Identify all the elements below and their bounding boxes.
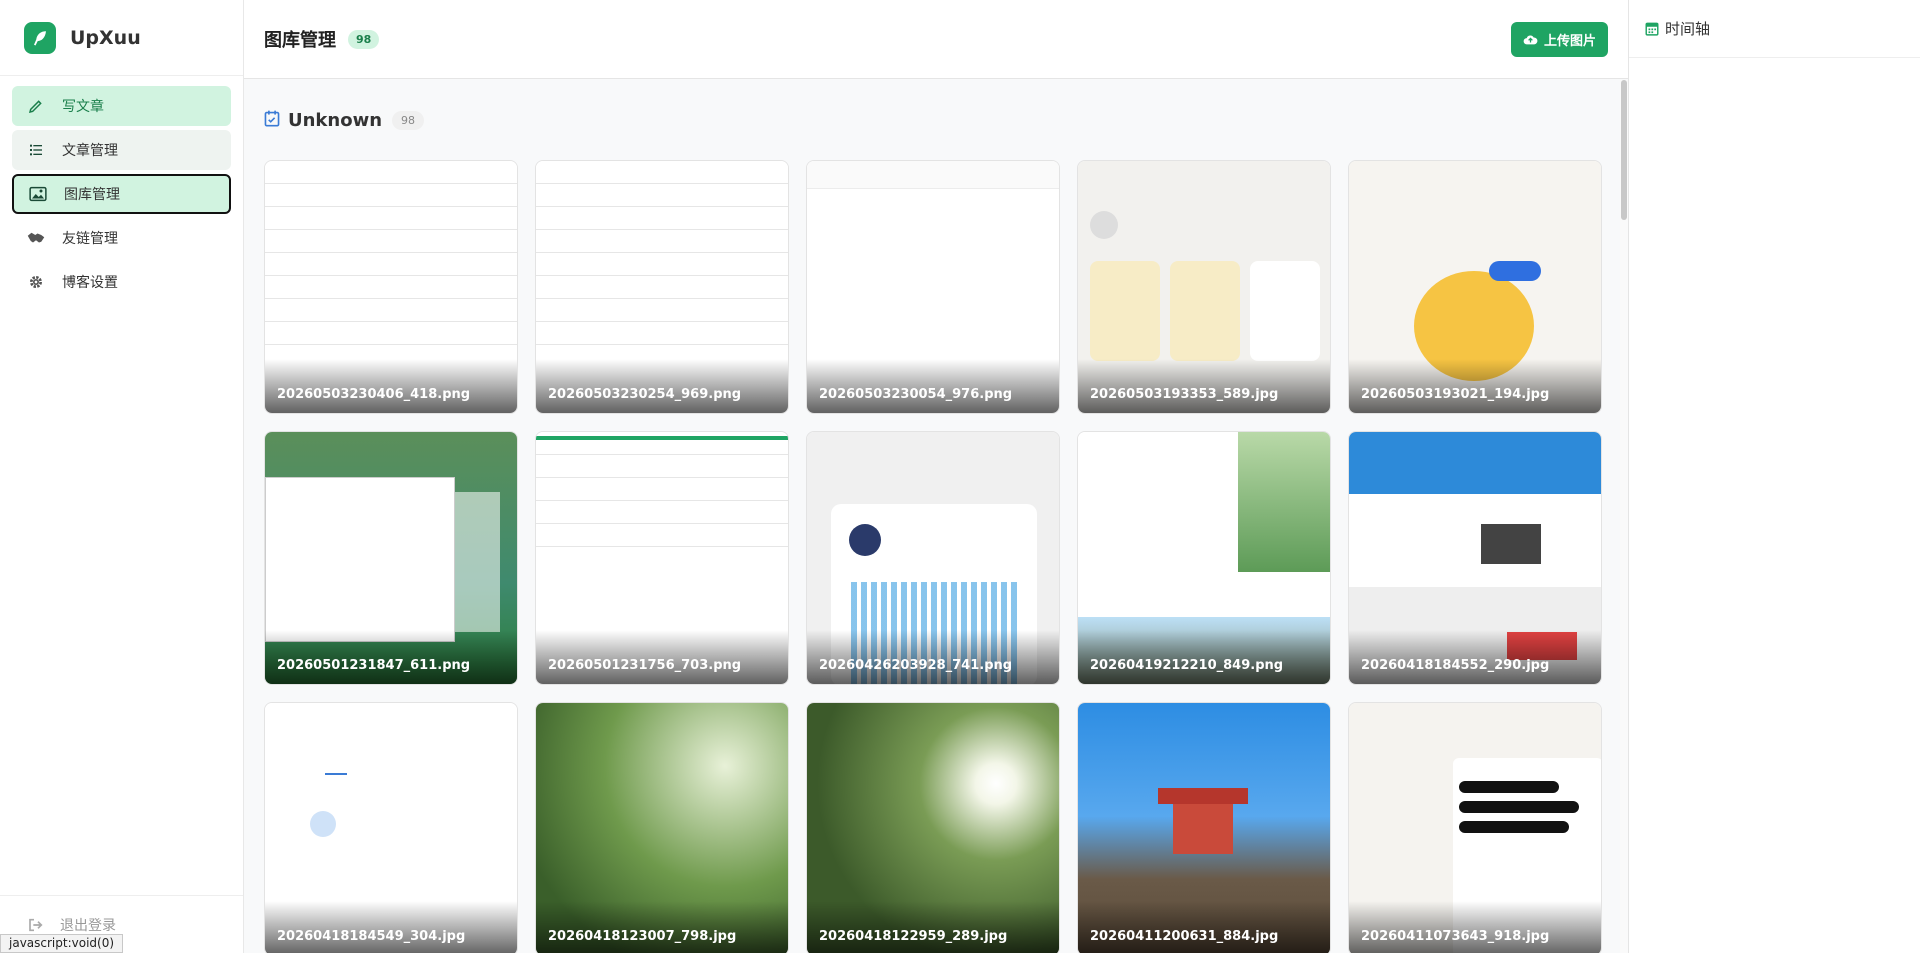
brand[interactable]: UpXuu	[0, 0, 243, 76]
sidebar-item-gallery[interactable]: 图库管理	[12, 174, 231, 214]
image-caption: 20260426203928_741.png	[807, 630, 1059, 684]
image-filename: 20260503230254_969.png	[548, 387, 742, 402]
sidebar-item-write[interactable]: 写文章	[12, 86, 231, 126]
image-caption: 20260418123007_798.jpg	[536, 901, 788, 953]
image-card[interactable]: 20260418123007_798.jpg	[535, 702, 789, 953]
timeline-header: 时间轴	[1629, 0, 1920, 58]
image-card[interactable]: 20260503230054_976.png	[806, 160, 1060, 414]
cloud-upload-icon	[1523, 34, 1538, 46]
calendar-icon	[1645, 21, 1659, 36]
image-card[interactable]: 20260418184549_304.jpg	[264, 702, 518, 953]
image-filename: 20260503230054_976.png	[819, 387, 1013, 402]
sidebar-item-settings[interactable]: 博客设置	[12, 262, 231, 302]
image-card[interactable]: 20260411073643_918.jpg	[1348, 702, 1602, 953]
group-title: Unknown	[288, 110, 383, 131]
image-filename: 20260503193021_194.jpg	[1361, 387, 1550, 402]
sidebar-item-label: 写文章	[62, 99, 104, 115]
image-filename: 20260411200631_884.jpg	[1090, 929, 1279, 944]
feather-logo-icon	[24, 21, 56, 54]
logout-icon	[28, 918, 44, 932]
image-card[interactable]: 20260418184552_290.jpg	[1348, 431, 1602, 685]
gallery-content[interactable]: Unknown 98 20260503230406_418.png 202605…	[244, 80, 1628, 953]
image-card[interactable]: 20260503230254_969.png	[535, 160, 789, 414]
image-card[interactable]: 20260418122959_289.jpg	[806, 702, 1060, 953]
image-card[interactable]: 20260503230406_418.png	[264, 160, 518, 414]
gear-icon	[26, 272, 46, 292]
image-caption: 20260503230406_418.png	[265, 359, 517, 413]
handshake-icon	[26, 228, 46, 248]
image-icon	[28, 184, 48, 204]
image-filename: 20260418184552_290.jpg	[1361, 658, 1550, 673]
timeline-title: 时间轴	[1665, 20, 1711, 38]
sidebar-item-posts[interactable]: 文章管理	[12, 130, 231, 170]
group-count-badge: 98	[392, 111, 425, 130]
image-filename: 20260419212210_849.png	[1090, 658, 1284, 673]
sidebar-item-links[interactable]: 友链管理	[12, 218, 231, 258]
image-card[interactable]: 20260501231847_611.png	[264, 431, 518, 685]
sidebar-item-label: 博客设置	[62, 275, 118, 291]
image-filename: 20260418122959_289.jpg	[819, 929, 1008, 944]
pen-icon	[26, 96, 46, 116]
logout-label: 退出登录	[60, 917, 116, 934]
image-caption: 20260411200631_884.jpg	[1078, 901, 1330, 953]
content-scrollbar[interactable]	[1620, 80, 1628, 953]
group-header: Unknown 98	[264, 110, 425, 131]
image-caption: 20260503230254_969.png	[536, 359, 788, 413]
sidebar-item-label: 友链管理	[62, 231, 118, 247]
sidebar-nav: 写文章 文章管理 图库管理 友链管理 博客设置	[0, 76, 243, 316]
image-caption: 20260418184549_304.jpg	[265, 901, 517, 953]
top-bar: 图库管理 98 上传图片	[244, 0, 1628, 79]
image-filename: 20260418123007_798.jpg	[548, 929, 737, 944]
image-caption: 20260503193021_194.jpg	[1349, 359, 1601, 413]
image-filename: 20260501231847_611.png	[277, 658, 471, 673]
brand-name: UpXuu	[70, 26, 141, 49]
image-filename: 20260503230406_418.png	[277, 387, 471, 402]
sidebar: UpXuu 写文章 文章管理 图库管理 友链管理 博客设置 退出登录	[0, 0, 244, 953]
image-caption: 20260418122959_289.jpg	[807, 901, 1059, 953]
image-caption: 20260419212210_849.png	[1078, 630, 1330, 684]
image-card[interactable]: 20260411200631_884.jpg	[1077, 702, 1331, 953]
image-filename: 20260418184549_304.jpg	[277, 929, 466, 944]
image-caption: 20260503230054_976.png	[807, 359, 1059, 413]
image-caption: 20260501231847_611.png	[265, 630, 517, 684]
timeline-panel: 时间轴	[1628, 0, 1920, 953]
list-icon	[26, 140, 46, 160]
image-filename: 20260501231756_703.png	[548, 658, 742, 673]
upload-image-button[interactable]: 上传图片	[1510, 22, 1608, 57]
total-count-badge: 98	[348, 29, 380, 49]
sidebar-item-label: 文章管理	[62, 143, 118, 159]
image-card[interactable]: 20260419212210_849.png	[1077, 431, 1331, 685]
image-filename: 20260411073643_918.jpg	[1361, 929, 1550, 944]
upload-label: 上传图片	[1543, 34, 1596, 49]
image-caption: 20260411073643_918.jpg	[1349, 901, 1601, 953]
sidebar-item-label: 图库管理	[64, 187, 120, 203]
image-card[interactable]: 20260501231756_703.png	[535, 431, 789, 685]
image-caption: 20260501231756_703.png	[536, 630, 788, 684]
calendar-check-icon	[264, 110, 280, 131]
image-caption: 20260418184552_290.jpg	[1349, 630, 1601, 684]
scrollbar-thumb[interactable]	[1621, 80, 1627, 220]
image-card[interactable]: 20260503193353_589.jpg	[1077, 160, 1331, 414]
browser-status-bar: javascript:void(0)	[0, 934, 124, 953]
image-grid: 20260503230406_418.png 20260503230254_96…	[264, 160, 1602, 953]
image-caption: 20260503193353_589.jpg	[1078, 359, 1330, 413]
main-area: 图库管理 98 上传图片 Unknown 98 20260503230406_4…	[244, 0, 1628, 953]
image-card[interactable]: 20260426203928_741.png	[806, 431, 1060, 685]
image-filename: 20260503193353_589.jpg	[1090, 387, 1279, 402]
image-filename: 20260426203928_741.png	[819, 658, 1013, 673]
page-title: 图库管理	[264, 30, 336, 51]
image-card[interactable]: 20260503193021_194.jpg	[1348, 160, 1602, 414]
